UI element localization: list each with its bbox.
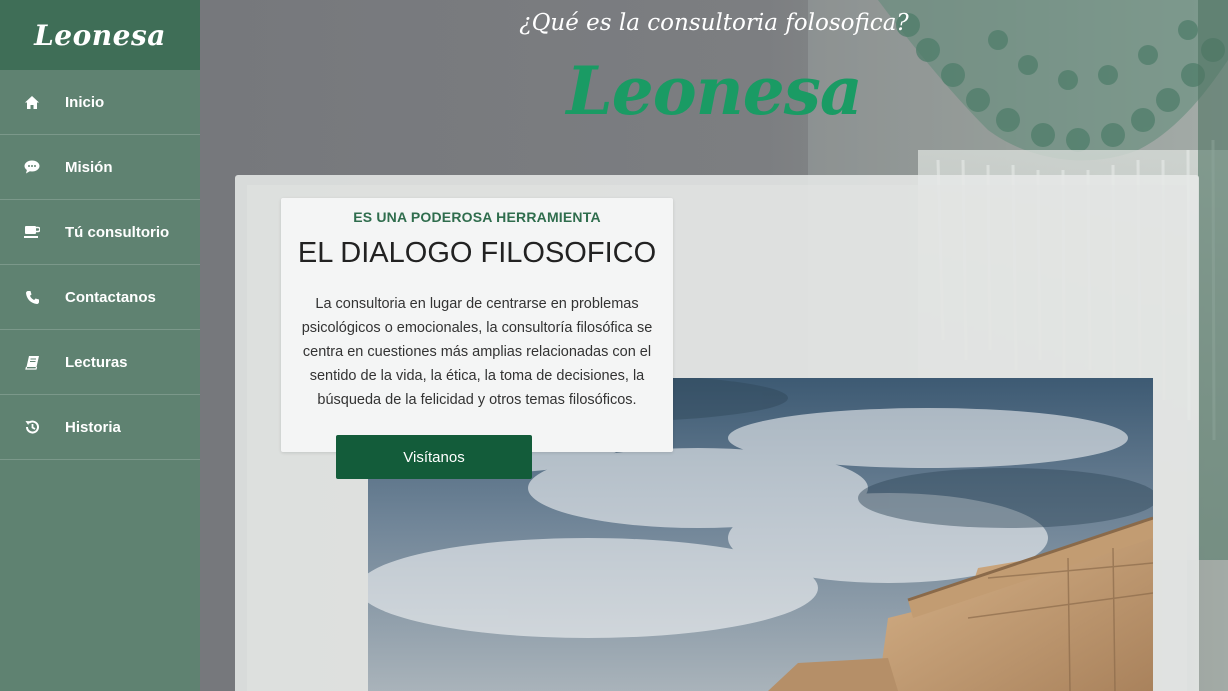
sidebar-item-label: Historia: [65, 418, 121, 436]
history-icon: [24, 419, 40, 435]
sidebar-item-tu-consultorio[interactable]: Tú consultorio: [0, 200, 200, 265]
sidebar-item-label: Misión: [65, 158, 113, 176]
chat-bubble-icon: [24, 159, 40, 175]
book-icon: [24, 354, 40, 370]
sidebar-item-contactanos[interactable]: Contactanos: [0, 265, 200, 330]
intro-card: ES UNA PODEROSA HERRAMIENTA EL DIALOGO F…: [281, 198, 673, 452]
sidebar-item-historia[interactable]: Historia: [0, 395, 200, 460]
brand-logo[interactable]: Leonesa: [0, 0, 200, 70]
sidebar: Leonesa Inicio Misión Tú consultorio Con…: [0, 0, 200, 691]
sidebar-item-inicio[interactable]: Inicio: [0, 70, 200, 135]
sidebar-item-lecturas[interactable]: Lecturas: [0, 330, 200, 395]
hero-logo: Leonesa: [566, 52, 862, 130]
home-icon: [24, 94, 40, 110]
phone-icon: [24, 289, 40, 305]
card-eyebrow: ES UNA PODEROSA HERRAMIENTA: [353, 209, 601, 225]
card-title: EL DIALOGO FILOSOFICO: [297, 237, 657, 269]
brand-name: Leonesa: [34, 18, 166, 52]
visit-button[interactable]: Visítanos: [336, 435, 532, 479]
card-body: La consultoria en lugar de centrarse en …: [301, 296, 653, 408]
sidebar-item-mision[interactable]: Misión: [0, 135, 200, 200]
sidebar-item-label: Tú consultorio: [65, 223, 170, 241]
coffee-cup-icon: [24, 224, 40, 240]
hero-subtitle: ¿Qué es la consultoria folosofica?: [519, 10, 909, 36]
sidebar-item-label: Inicio: [65, 93, 105, 111]
sidebar-item-label: Contactanos: [65, 288, 156, 306]
sidebar-item-label: Lecturas: [65, 353, 128, 371]
